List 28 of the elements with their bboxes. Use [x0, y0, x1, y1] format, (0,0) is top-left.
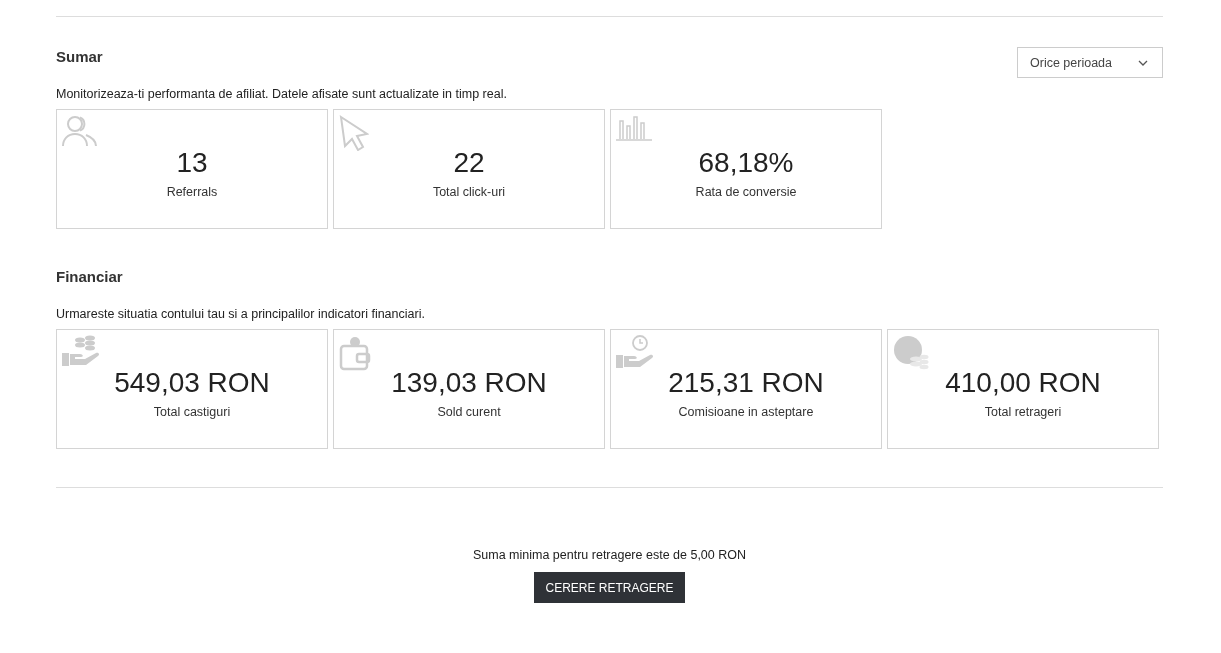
hand-coins-icon	[62, 335, 100, 367]
stat-value: 139,03 RON	[391, 367, 547, 399]
section-description: Monitorizeaza-ti performanta de afiliat. Datele afisate sunt actualizate in timp real.	[56, 86, 508, 102]
stat-label: Sold curent	[437, 405, 501, 419]
stat-label: Rata de conversie	[695, 185, 797, 199]
stat-value: 215,31 RON	[668, 367, 824, 399]
chevron-down-icon	[1138, 59, 1148, 66]
stat-label: Comisioane in asteptare	[678, 405, 814, 419]
section-title: Financiar	[56, 267, 124, 285]
hand-clock-icon	[616, 335, 654, 369]
stat-value: 549,03 RON	[114, 367, 270, 399]
stat-label: Total castiguri	[153, 405, 231, 419]
minimum-withdrawal-note: Suma minima pentru retragere este de 5,00 RON	[472, 548, 746, 562]
period-select[interactable]: Orice perioada	[1017, 47, 1163, 78]
stat-label: Referrals	[166, 185, 218, 199]
section-description: Urmareste situatia contului tau si a principalilor indicatori financiari.	[56, 306, 426, 322]
stat-label: Total click-uri	[432, 185, 506, 199]
stat-value: 68,18%	[698, 147, 794, 179]
stat-value: 410,00 RON	[945, 367, 1101, 399]
cursor-icon	[339, 115, 369, 151]
bar-chart-icon	[616, 115, 652, 141]
stat-value: 13	[176, 147, 208, 179]
users-icon	[62, 115, 98, 147]
section-title: Sumar	[56, 47, 103, 65]
withdraw-button[interactable]: CERERE RETRAGERE	[534, 572, 685, 603]
wallet-icon	[339, 335, 371, 371]
stat-value: 22	[453, 147, 485, 179]
stat-label: Total retrageri	[984, 405, 1062, 419]
